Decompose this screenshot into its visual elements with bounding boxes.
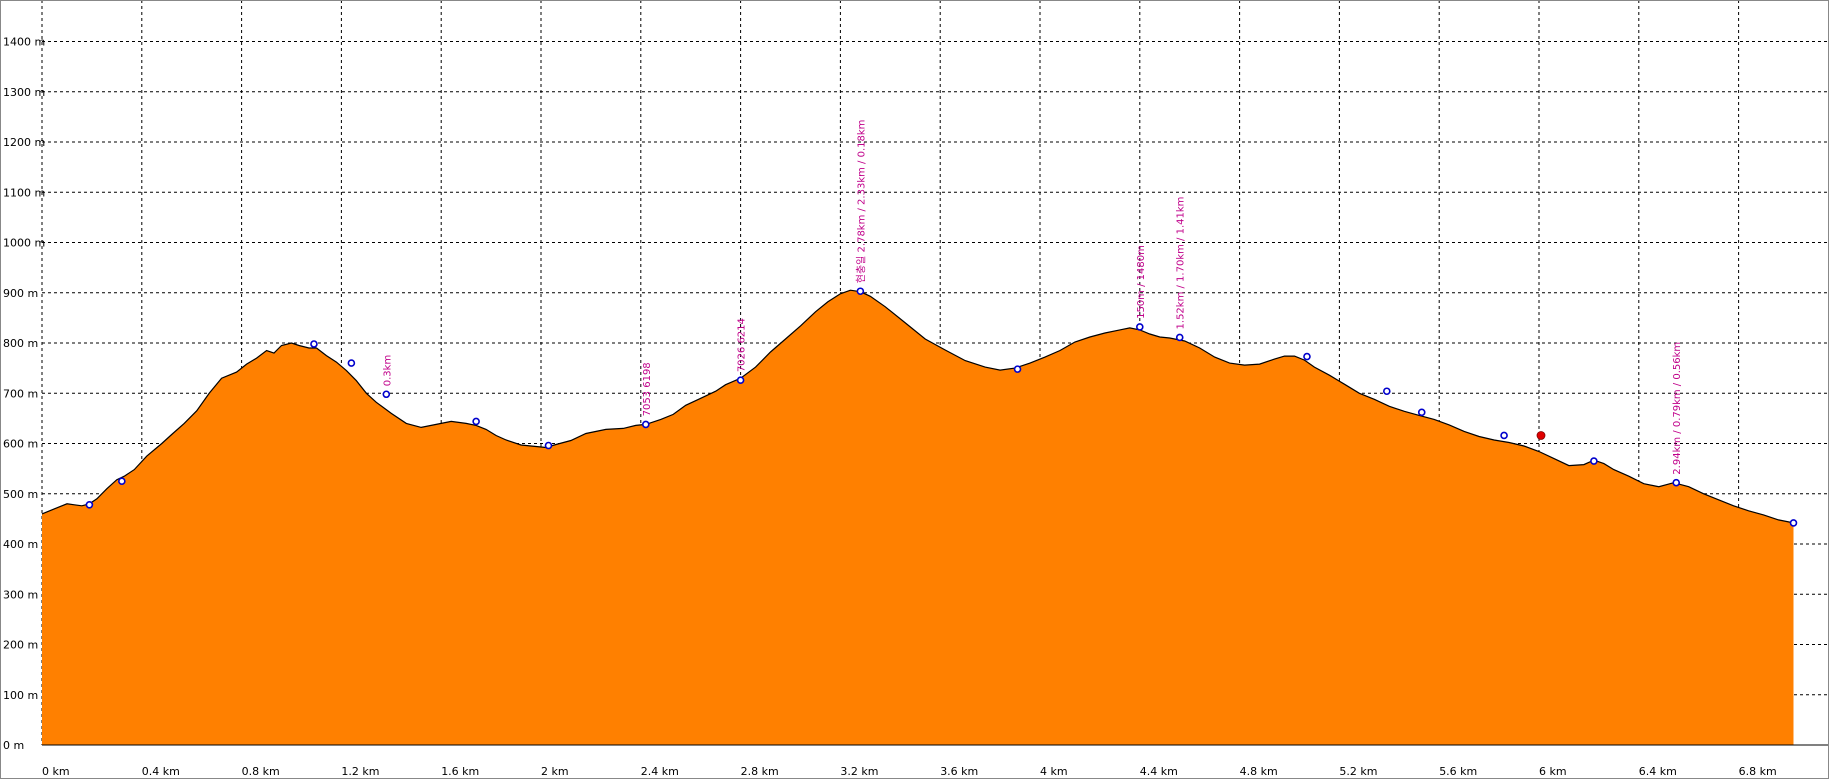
- waypoint-marker: [641, 420, 650, 429]
- waypoint-marker: [1175, 333, 1184, 342]
- waypoint-marker: [1013, 365, 1022, 373]
- waypoint-marker: [1383, 387, 1391, 396]
- waypoint-marker: [544, 441, 553, 450]
- y-tick-label: 600 m: [3, 438, 38, 451]
- waypoint-label: 7026 6214: [737, 318, 748, 372]
- x-tick-label: 4.4 km: [1140, 765, 1178, 778]
- y-tick-label: 200 m: [3, 639, 38, 652]
- x-tick-label: 0.8 km: [242, 765, 280, 778]
- waypoint-marker: [1303, 352, 1311, 361]
- waypoint-marker: [118, 477, 126, 485]
- y-tick-label: 500 m: [3, 488, 38, 501]
- waypoint-label: 1.52km / 1.70km / 1.41km: [1176, 197, 1187, 330]
- x-tick-label: 6 km: [1539, 765, 1567, 778]
- y-tick-label: 1100 m: [3, 186, 45, 199]
- x-tick-label: 6.8 km: [1739, 765, 1777, 778]
- elevation-profile-chart: 0 m 100 m 200 m 300 m 400 m 500 m 600 m 700 m 80…: [0, 0, 1829, 779]
- x-tick-label: 4 km: [1040, 765, 1068, 778]
- x-tick-label: 1.2 km: [341, 765, 379, 778]
- y-tick-label: 1000 m: [3, 237, 45, 250]
- x-tick-label: 2.8 km: [741, 765, 779, 778]
- waypoint-marker: [1590, 457, 1598, 465]
- x-tick-label: 4.8 km: [1240, 765, 1278, 778]
- waypoint-marker: [1789, 519, 1798, 527]
- waypoint-marker: [382, 390, 391, 399]
- waypoint-marker: [85, 501, 94, 509]
- waypoint-label: 7053 6198: [642, 362, 653, 416]
- y-tick-label: 1200 m: [3, 136, 45, 149]
- x-tick-label: 1.6 km: [441, 765, 479, 778]
- current-position-marker: [1536, 431, 1546, 440]
- x-tick-label: 5.2 km: [1339, 765, 1377, 778]
- x-tick-label: 5.6 km: [1439, 765, 1477, 778]
- waypoint-marker: [1500, 431, 1508, 440]
- waypoint-marker: [856, 287, 865, 296]
- x-tick-label: 6.4 km: [1639, 765, 1677, 778]
- position-marker: [1536, 431, 1546, 440]
- waypoint-label: 150m / 1480m: [1136, 245, 1147, 319]
- y-tick-label: 0 m: [3, 739, 24, 752]
- x-tick-label: 0 km: [42, 765, 70, 778]
- x-tick-label: 0.4 km: [142, 765, 180, 778]
- x-tick-label: 3.6 km: [940, 765, 978, 778]
- waypoint-marker: [1417, 408, 1426, 417]
- y-tick-label: 1300 m: [3, 86, 45, 99]
- y-tick-label: 100 m: [3, 689, 38, 702]
- y-tick-label: 800 m: [3, 337, 38, 350]
- waypoint-marker: [1672, 478, 1681, 487]
- y-tick-label: 700 m: [3, 387, 38, 400]
- waypoint-marker: [472, 417, 480, 426]
- y-tick-label: 300 m: [3, 588, 38, 601]
- x-tick-label: 2 km: [541, 765, 569, 778]
- waypoint-marker: [347, 359, 356, 367]
- waypoint-marker: [1136, 323, 1144, 331]
- waypoint-label: 0.3km: [382, 355, 393, 386]
- x-tick-label: 2.4 km: [641, 765, 679, 778]
- waypoint-label: 2.94km / 0.79km / 0.56km: [1672, 342, 1683, 475]
- y-tick-label: 900 m: [3, 287, 38, 300]
- y-tick-label: 400 m: [3, 538, 38, 551]
- waypoint-marker: [310, 340, 318, 348]
- x-tick-label: 3.2 km: [840, 765, 878, 778]
- waypoint-marker: [736, 376, 745, 384]
- y-tick-label: 1400 m: [3, 36, 45, 49]
- waypoint-label: 현충일 2.78km / 2.33km / 0.18km: [855, 120, 867, 284]
